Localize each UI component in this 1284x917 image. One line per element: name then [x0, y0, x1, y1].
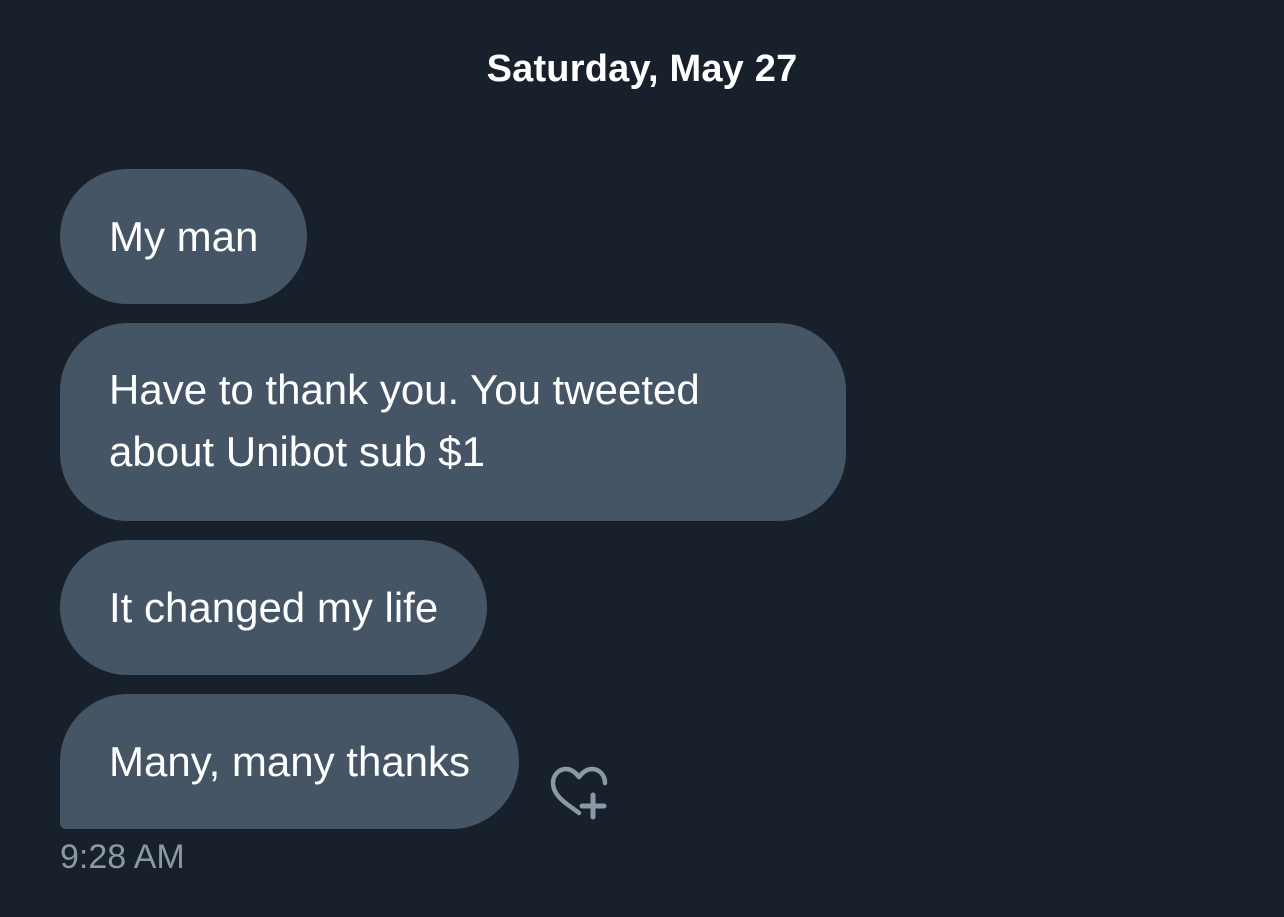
- message-bubble[interactable]: It changed my life: [60, 540, 488, 675]
- message-bubble[interactable]: My man: [60, 169, 308, 304]
- heart-plus-icon: [550, 766, 608, 820]
- message-row: Have to thank you. You tweeted about Uni…: [60, 323, 1240, 521]
- message-timestamp: 9:28 AM: [60, 838, 185, 876]
- message-row: Many, many thanks: [60, 694, 1240, 829]
- message-row: It changed my life: [60, 540, 1240, 675]
- date-divider: Saturday, May 27: [486, 48, 798, 90]
- message-bubble[interactable]: Many, many thanks: [60, 694, 520, 829]
- message-bubble[interactable]: Have to thank you. You tweeted about Uni…: [60, 323, 846, 521]
- message-row: My man: [60, 169, 1240, 304]
- add-reaction-button[interactable]: [547, 763, 611, 827]
- message-thread: My man Have to thank you. You tweeted ab…: [60, 169, 1240, 848]
